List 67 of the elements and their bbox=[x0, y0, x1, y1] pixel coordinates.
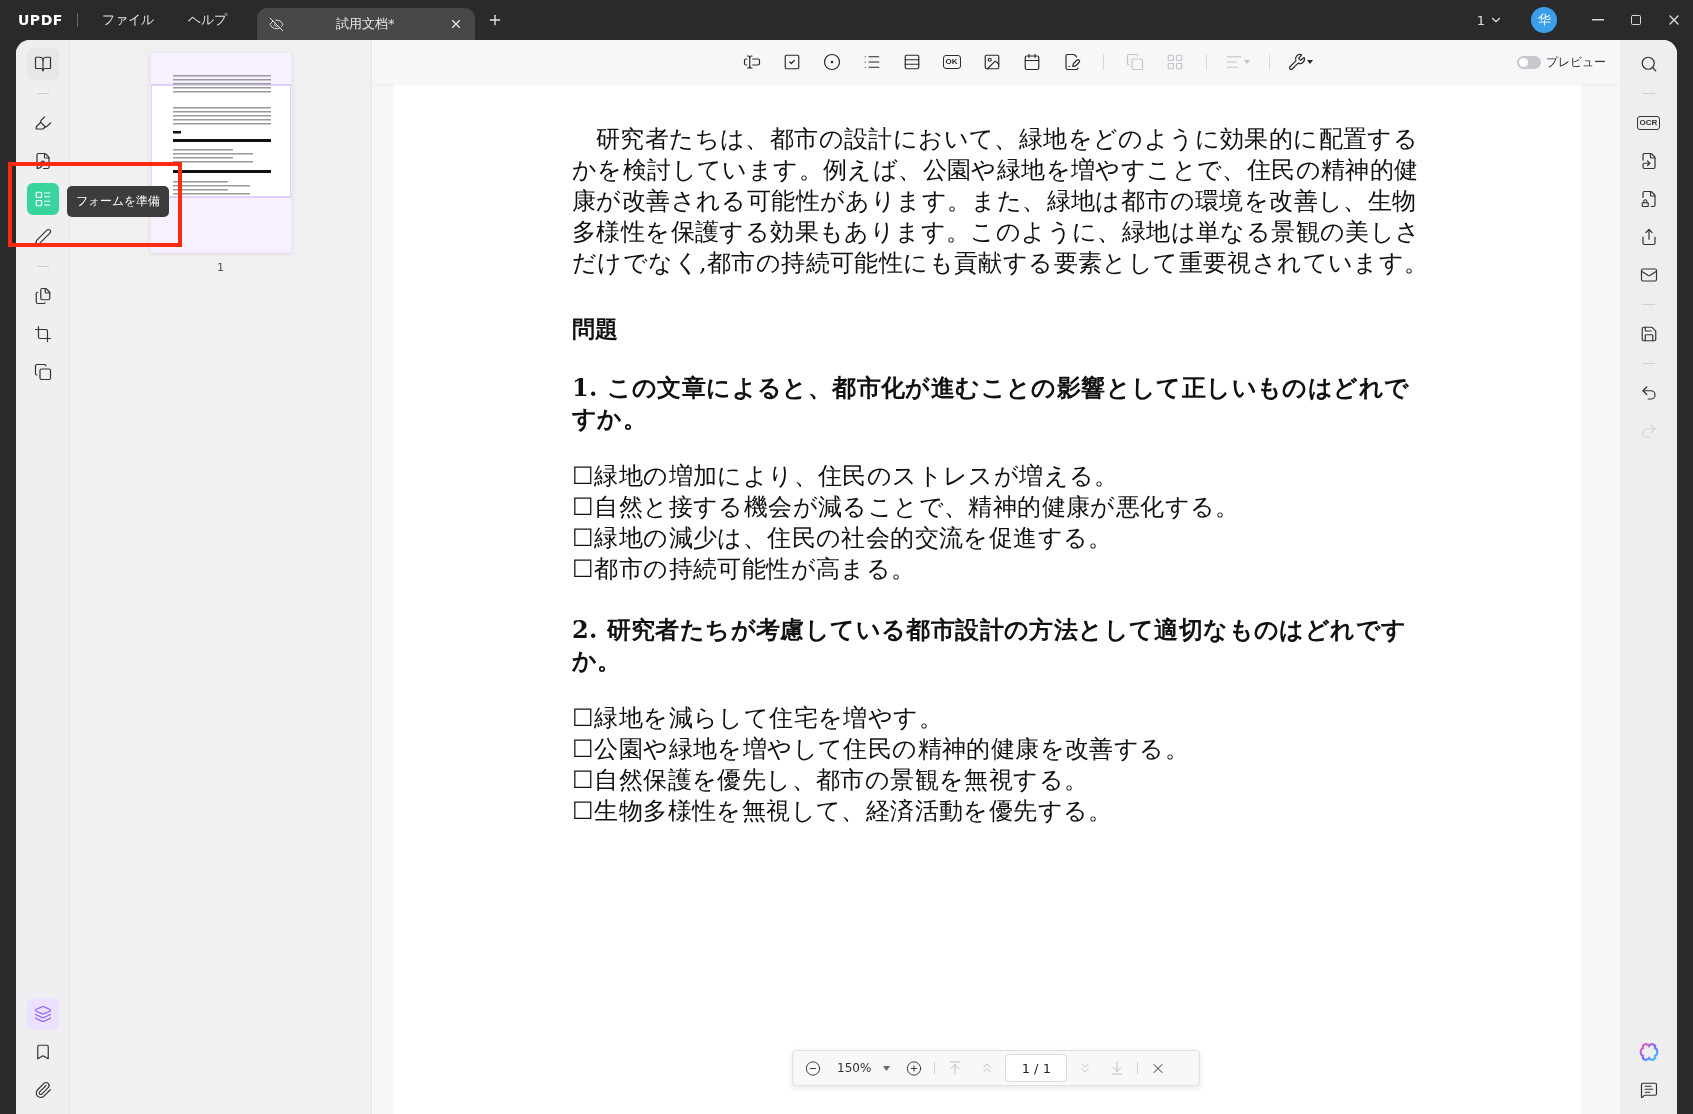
preview-toggle[interactable] bbox=[1517, 55, 1541, 69]
pen-icon bbox=[33, 228, 52, 246]
caret-icon bbox=[883, 1065, 891, 1071]
grid-icon bbox=[1165, 53, 1184, 71]
page-thumbnail[interactable] bbox=[149, 52, 292, 253]
page-number: 1 bbox=[217, 261, 224, 274]
file-lock-icon bbox=[1639, 190, 1658, 208]
pages-icon bbox=[33, 287, 52, 305]
flower-logo-icon bbox=[1638, 1042, 1659, 1062]
wrench-icon bbox=[1288, 53, 1306, 71]
image-icon bbox=[982, 53, 1001, 71]
highlighter-icon bbox=[33, 114, 52, 132]
question-text: 1. この文章によると、都市化が進むことの影響として正しいものはどれですか。 bbox=[572, 372, 1411, 434]
ocr-button[interactable]: OCR bbox=[1632, 107, 1665, 139]
crop-icon bbox=[33, 325, 52, 343]
calendar-icon bbox=[1022, 53, 1041, 71]
menu-item[interactable]: ファイル bbox=[91, 7, 164, 33]
document-tab[interactable]: 試用文档* bbox=[256, 8, 475, 40]
zoom-out-icon bbox=[805, 1059, 821, 1077]
list-icon bbox=[862, 53, 881, 71]
align-icon bbox=[1225, 53, 1243, 71]
option-text: ☐自然と接する機会が減ることで、精神的健康が悪化する。 bbox=[572, 492, 1241, 523]
option-text: ☐緑地を減らして住宅を増やす。 bbox=[572, 703, 944, 734]
layers-mode-button[interactable] bbox=[26, 998, 59, 1030]
comment-icon bbox=[1639, 1081, 1658, 1099]
tab-title: 試用文档* bbox=[335, 15, 396, 33]
paragraph-text: 研究者たちは、都市の設計において、緑地をどのように効果的に配置するかを検討しています。例えば、公園や緑地を増やすことで、住民の精神的健康が改善される可能性があります。また、緑地は都市の環境を改善し、生物多様性を保護する効果もあります。このように、緑地は単なる景観の美しさだけでなく,都市の持続可能性にも貢献する要素として重要視されています。 bbox=[572, 124, 1430, 279]
tab-status-icon bbox=[268, 16, 284, 32]
button-tool-button[interactable]: OK bbox=[936, 47, 967, 77]
radio-icon bbox=[822, 53, 841, 71]
ocr-icon: OCR bbox=[1636, 116, 1661, 130]
option-text: ☐自然保護を優先し、都市の景観を無視する。 bbox=[572, 765, 1090, 796]
heading-text: 問題 bbox=[572, 314, 620, 344]
signature-icon bbox=[1062, 53, 1081, 71]
ok-button-icon: OK bbox=[942, 55, 961, 69]
zoom-select[interactable]: 150% bbox=[831, 1061, 897, 1075]
form-icon bbox=[33, 190, 52, 208]
duplicate-icon bbox=[1125, 53, 1144, 71]
book-icon bbox=[33, 55, 52, 73]
stacked-squares-icon bbox=[33, 363, 52, 381]
option-text: ☐生物多様性を無視して、経済活動を優先する。 bbox=[572, 796, 1114, 827]
file-convert-icon bbox=[1639, 152, 1658, 170]
option-text: ☐緑地の減少は、住民の社会的交流を促進する。 bbox=[572, 523, 1114, 554]
minimize-icon bbox=[1592, 19, 1604, 21]
page-pen-icon bbox=[33, 152, 52, 170]
maximize-icon bbox=[1630, 14, 1642, 26]
save-icon bbox=[1639, 325, 1658, 343]
rows-icon bbox=[902, 53, 921, 71]
checkbox-icon bbox=[782, 53, 801, 71]
option-text: ☐緑地の増加により、住民のストレスが増える。 bbox=[572, 461, 1120, 492]
app-logo: UPDF bbox=[18, 12, 63, 28]
share-icon bbox=[1639, 228, 1658, 246]
paperclip-icon bbox=[33, 1081, 52, 1099]
text-field-icon bbox=[742, 53, 761, 71]
zoom-in-icon bbox=[906, 1059, 923, 1077]
option-text: ☐公園や緑地を増やして住民の精神的健康を改善する。 bbox=[572, 734, 1190, 765]
page-field[interactable]: 1 / 1 bbox=[1005, 1054, 1068, 1082]
option-text: ☐都市の持続可能性が高まる。 bbox=[572, 554, 917, 585]
question-text: 2. 研究者たちが考慮している都市設計の方法として適切なものはどれですか。 bbox=[572, 614, 1408, 676]
preview-label: プレビュー bbox=[1546, 53, 1606, 71]
tooltip: フォームを準備 bbox=[67, 186, 169, 217]
reader-mode-button[interactable] bbox=[26, 48, 59, 80]
search-icon bbox=[1639, 55, 1658, 73]
layers-icon bbox=[33, 1005, 52, 1023]
menu-item[interactable]: ヘルプ bbox=[177, 7, 237, 33]
window-count-dropdown[interactable]: 1 bbox=[1470, 11, 1509, 29]
mail-icon bbox=[1639, 266, 1658, 284]
